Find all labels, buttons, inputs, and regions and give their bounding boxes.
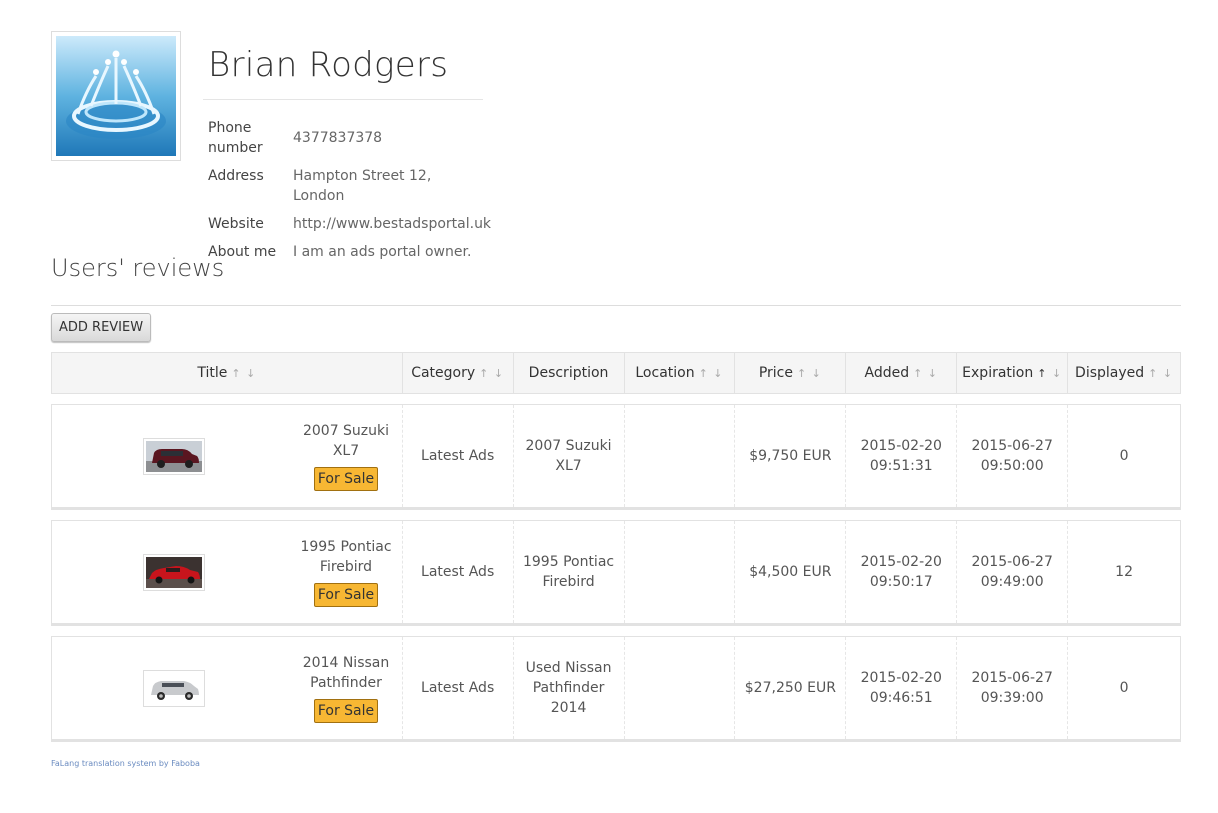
add-review-button[interactable]: Add review — [51, 313, 152, 342]
silver-suv-photo-icon — [146, 672, 202, 704]
ad-thumbnail[interactable] — [143, 669, 205, 707]
column-header-price[interactable]: Price ↑ ↓ — [735, 353, 847, 393]
for-sale-badge: For Sale — [313, 699, 379, 723]
price-cell: $9,750 EUR — [735, 405, 847, 507]
avatar — [51, 31, 181, 161]
location-cell — [625, 405, 736, 507]
red-car-photo-icon — [146, 556, 202, 588]
ad-title-link[interactable]: 1995 Pontiac Firebird — [296, 537, 396, 577]
displayed-cell: 0 — [1119, 448, 1129, 464]
sort-arrows-icon[interactable]: ↑ ↓ — [699, 367, 724, 380]
added-cell: 2015-02-20 09:50:17 — [846, 521, 958, 623]
sort-arrows-icon[interactable]: ↑ ↓ — [231, 367, 256, 380]
table-row: 1995 Pontiac Firebird For Sale Latest Ad… — [51, 520, 1181, 626]
detail-address: Address Hampton Street 12, London — [203, 162, 483, 210]
table-header: Title ↑ ↓ Category ↑ ↓ Description Locatio… — [51, 352, 1181, 394]
table-row: 2014 Nissan Pathfinder For Sale Latest A… — [51, 636, 1181, 742]
added-cell: 2015-02-20 09:46:51 — [846, 637, 958, 739]
ad-title-link[interactable]: 2007 Suzuki XL7 — [296, 421, 396, 461]
price-cell: $4,500 EUR — [735, 521, 847, 623]
profile-page: Brian Rodgers Phone number 4377837378 Ad… — [51, 31, 1181, 768]
column-header-description: Description — [514, 353, 625, 393]
detail-label: Website — [208, 216, 264, 232]
title-cell: 2007 Suzuki XL7 For Sale — [52, 405, 403, 507]
sort-arrows-icon[interactable]: ↑ ↓ — [1037, 367, 1062, 380]
category-cell: Latest Ads — [403, 405, 514, 507]
ad-title-link[interactable]: 2014 Nissan Pathfinder — [296, 653, 396, 693]
for-sale-badge: For Sale — [313, 583, 379, 607]
displayed-cell: 0 — [1119, 680, 1129, 696]
column-header-added[interactable]: Added ↑ ↓ — [846, 353, 958, 393]
ad-thumbnail[interactable] — [143, 437, 205, 475]
displayed-cell: 12 — [1115, 564, 1133, 580]
added-cell: 2015-02-20 09:51:31 — [846, 405, 958, 507]
detail-value: http://www.bestadsportal.uk — [293, 216, 492, 232]
sort-arrows-icon[interactable]: ↑ ↓ — [797, 367, 822, 380]
detail-value: I am an ads portal owner. — [293, 244, 472, 260]
expiration-cell: 2015-06-27 09:49:00 — [957, 521, 1069, 623]
column-header-location[interactable]: Location ↑ ↓ — [625, 353, 736, 393]
profile-section: Brian Rodgers Phone number 4377837378 Ad… — [51, 31, 1181, 260]
sort-arrows-icon[interactable]: ↑ ↓ — [913, 367, 938, 380]
column-header-displayed[interactable]: Displayed ↑ ↓ — [1068, 353, 1180, 393]
detail-label: Address — [208, 168, 264, 184]
detail-label: Phone number — [208, 120, 263, 156]
sort-arrows-icon[interactable]: ↑ ↓ — [479, 367, 504, 380]
price-cell: $27,250 EUR — [735, 637, 847, 739]
description-cell: 2007 Suzuki XL7 — [514, 405, 625, 507]
reviews-heading: Users' reviews — [51, 254, 225, 282]
detail-phone: Phone number 4377837378 — [203, 114, 483, 162]
for-sale-badge: For Sale — [313, 467, 379, 491]
detail-about: About me I am an ads portal owner. — [203, 238, 483, 266]
maroon-suv-photo-icon — [146, 440, 202, 472]
profile-name: Brian Rodgers — [203, 31, 483, 100]
profile-info: Brian Rodgers Phone number 4377837378 Ad… — [203, 31, 491, 266]
title-cell: 2014 Nissan Pathfinder For Sale — [52, 637, 403, 739]
expiration-cell: 2015-06-27 09:50:00 — [957, 405, 1069, 507]
profile-details: Phone number 4377837378 Address Hampton … — [203, 114, 491, 266]
detail-value: 4377837378 — [293, 130, 383, 146]
location-cell — [625, 637, 736, 739]
description-cell: Used Nissan Pathfinder 2014 — [514, 637, 625, 739]
column-header-category[interactable]: Category ↑ ↓ — [403, 353, 514, 393]
location-cell — [625, 521, 736, 623]
description-cell: 1995 Pontiac Firebird — [514, 521, 625, 623]
divider — [51, 305, 1181, 306]
title-cell: 1995 Pontiac Firebird For Sale — [52, 521, 403, 623]
water-splash-icon — [56, 36, 176, 156]
footer-credit-link[interactable]: FaLang translation system by Faboba — [51, 759, 200, 768]
column-header-expiration[interactable]: Expiration ↑ ↓ — [957, 353, 1069, 393]
detail-website: Website http://www.bestadsportal.uk — [203, 210, 491, 238]
category-cell: Latest Ads — [403, 521, 514, 623]
detail-value: Hampton Street 12, London — [293, 168, 432, 204]
expiration-cell: 2015-06-27 09:39:00 — [957, 637, 1069, 739]
ad-thumbnail[interactable] — [143, 553, 205, 591]
column-header-title[interactable]: Title ↑ ↓ — [52, 353, 403, 393]
category-cell: Latest Ads — [403, 637, 514, 739]
sort-arrows-icon[interactable]: ↑ ↓ — [1148, 367, 1173, 380]
table-row: 2007 Suzuki XL7 For Sale Latest Ads 2007… — [51, 404, 1181, 510]
